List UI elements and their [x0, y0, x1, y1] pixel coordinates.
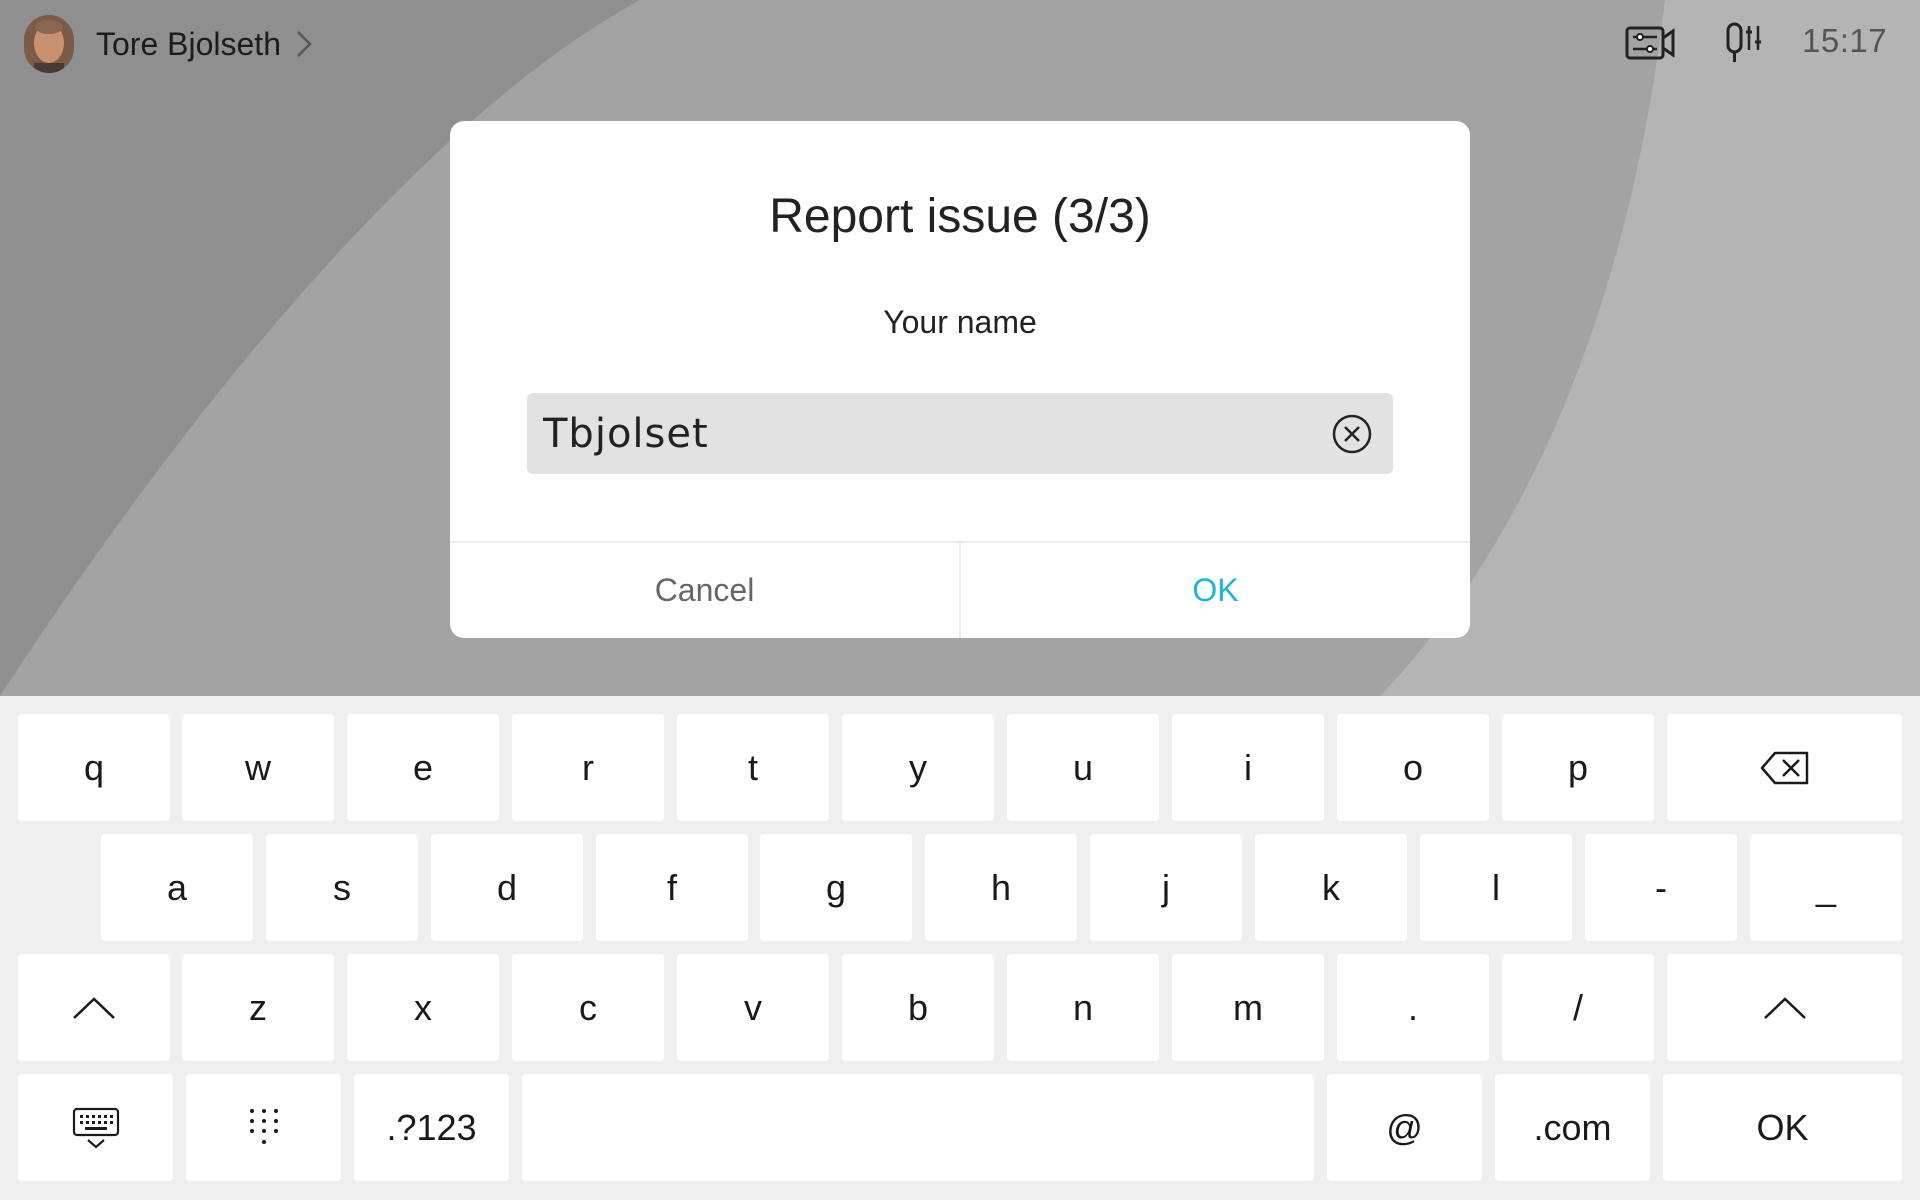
- shift-icon: [1763, 996, 1806, 1019]
- key-label: k: [1322, 866, 1340, 908]
- key-label: z: [249, 986, 267, 1028]
- key-z[interactable]: z: [182, 954, 334, 1061]
- camera-settings-icon[interactable]: [1624, 18, 1676, 70]
- ok-button[interactable]: OK: [961, 543, 1470, 638]
- on-screen-keyboard: q w e r t y u i o p a s d f g h j k l - …: [0, 696, 1920, 1200]
- key-label: .com: [1533, 1106, 1612, 1148]
- backspace-icon: [1760, 751, 1808, 784]
- key-h[interactable]: h: [925, 834, 1077, 941]
- key-x[interactable]: x: [347, 954, 499, 1061]
- name-input-wrapper: [527, 393, 1393, 474]
- keyboard-ok-key[interactable]: OK: [1663, 1074, 1902, 1181]
- key-y[interactable]: y: [842, 714, 994, 821]
- dialpad-icon: [249, 1108, 278, 1144]
- key-label: n: [1072, 986, 1094, 1028]
- key-d[interactable]: d: [431, 834, 583, 941]
- key-label: -: [1655, 866, 1667, 908]
- key-label: j: [1162, 866, 1170, 908]
- user-profile-button[interactable]: Tore Bjolseth: [24, 14, 313, 74]
- key-label: x: [414, 986, 432, 1028]
- key-l[interactable]: l: [1420, 834, 1572, 941]
- key-n[interactable]: n: [1007, 954, 1159, 1061]
- key-label: d: [496, 866, 518, 908]
- key-m[interactable]: m: [1172, 954, 1324, 1061]
- key-label: c: [579, 986, 597, 1028]
- field-label: Your name: [883, 304, 1037, 340]
- key-label: /: [1572, 986, 1583, 1028]
- shift-key-left[interactable]: [18, 954, 170, 1061]
- shift-icon: [73, 996, 115, 1019]
- clock: 15:17: [1802, 22, 1888, 59]
- report-issue-dialog: Report issue (3/3) Your name Cancel OK: [450, 121, 1470, 638]
- user-name: Tore Bjolseth: [96, 25, 281, 62]
- key-label: r: [582, 746, 594, 788]
- key-a[interactable]: a: [101, 834, 253, 941]
- key-j[interactable]: j: [1090, 834, 1242, 941]
- numbers-symbols-key[interactable]: .?123: [354, 1074, 509, 1181]
- at-key[interactable]: @: [1327, 1074, 1482, 1181]
- key-label: e: [412, 746, 434, 788]
- key-label: o: [1402, 746, 1424, 788]
- space-key[interactable]: [522, 1074, 1314, 1181]
- key-label: OK: [1756, 1106, 1809, 1148]
- key-s[interactable]: s: [266, 834, 418, 941]
- key-underscore[interactable]: _: [1750, 834, 1902, 941]
- cancel-button[interactable]: Cancel: [450, 543, 961, 638]
- key-k[interactable]: k: [1255, 834, 1407, 941]
- hide-keyboard-key[interactable]: [18, 1074, 173, 1181]
- key-label: @: [1386, 1106, 1423, 1148]
- key-label: .: [1407, 986, 1418, 1028]
- key-label: a: [166, 866, 188, 908]
- dot-com-key[interactable]: .com: [1495, 1074, 1650, 1181]
- key-label: b: [907, 986, 929, 1028]
- key-label: g: [825, 866, 847, 908]
- key-label: f: [666, 866, 677, 908]
- name-input[interactable]: [543, 393, 1323, 474]
- key-label: s: [333, 866, 351, 908]
- key-v[interactable]: v: [677, 954, 829, 1061]
- dialog-title: Report issue (3/3): [769, 190, 1151, 243]
- key-i[interactable]: i: [1172, 714, 1324, 821]
- key-label: p: [1567, 746, 1589, 788]
- key-label: i: [1244, 746, 1252, 788]
- key-r[interactable]: r: [512, 714, 664, 821]
- key-o[interactable]: o: [1337, 714, 1489, 821]
- audio-settings-icon[interactable]: [1718, 18, 1770, 70]
- key-label: h: [990, 866, 1012, 908]
- key-hyphen[interactable]: -: [1585, 834, 1737, 941]
- keyboard-hide-icon: [72, 1107, 119, 1148]
- key-b[interactable]: b: [842, 954, 994, 1061]
- key-label: y: [909, 746, 927, 788]
- key-label: .?123: [386, 1106, 477, 1148]
- avatar: [24, 15, 74, 73]
- shift-key-right[interactable]: [1667, 954, 1902, 1061]
- chevron-right-icon: [297, 31, 312, 57]
- key-t[interactable]: t: [677, 714, 829, 821]
- key-g[interactable]: g: [760, 834, 912, 941]
- key-label: q: [83, 746, 105, 788]
- backspace-key[interactable]: [1667, 714, 1902, 821]
- key-q[interactable]: q: [18, 714, 170, 821]
- key-label: t: [747, 746, 758, 788]
- key-label: l: [1492, 866, 1500, 908]
- key-label: _: [1815, 866, 1837, 908]
- key-e[interactable]: e: [347, 714, 499, 821]
- keypad-key[interactable]: [186, 1074, 341, 1181]
- dialog-actions: Cancel OK: [450, 541, 1470, 638]
- key-p[interactable]: p: [1502, 714, 1654, 821]
- key-f[interactable]: f: [596, 834, 748, 941]
- key-label: v: [744, 986, 762, 1028]
- key-label: m: [1233, 986, 1263, 1028]
- key-w[interactable]: w: [182, 714, 334, 821]
- key-slash[interactable]: /: [1502, 954, 1654, 1061]
- key-label: u: [1072, 746, 1094, 788]
- key-u[interactable]: u: [1007, 714, 1159, 821]
- clear-input-icon[interactable]: [1331, 413, 1373, 455]
- key-c[interactable]: c: [512, 954, 664, 1061]
- key-label: w: [245, 746, 271, 788]
- key-period[interactable]: .: [1337, 954, 1489, 1061]
